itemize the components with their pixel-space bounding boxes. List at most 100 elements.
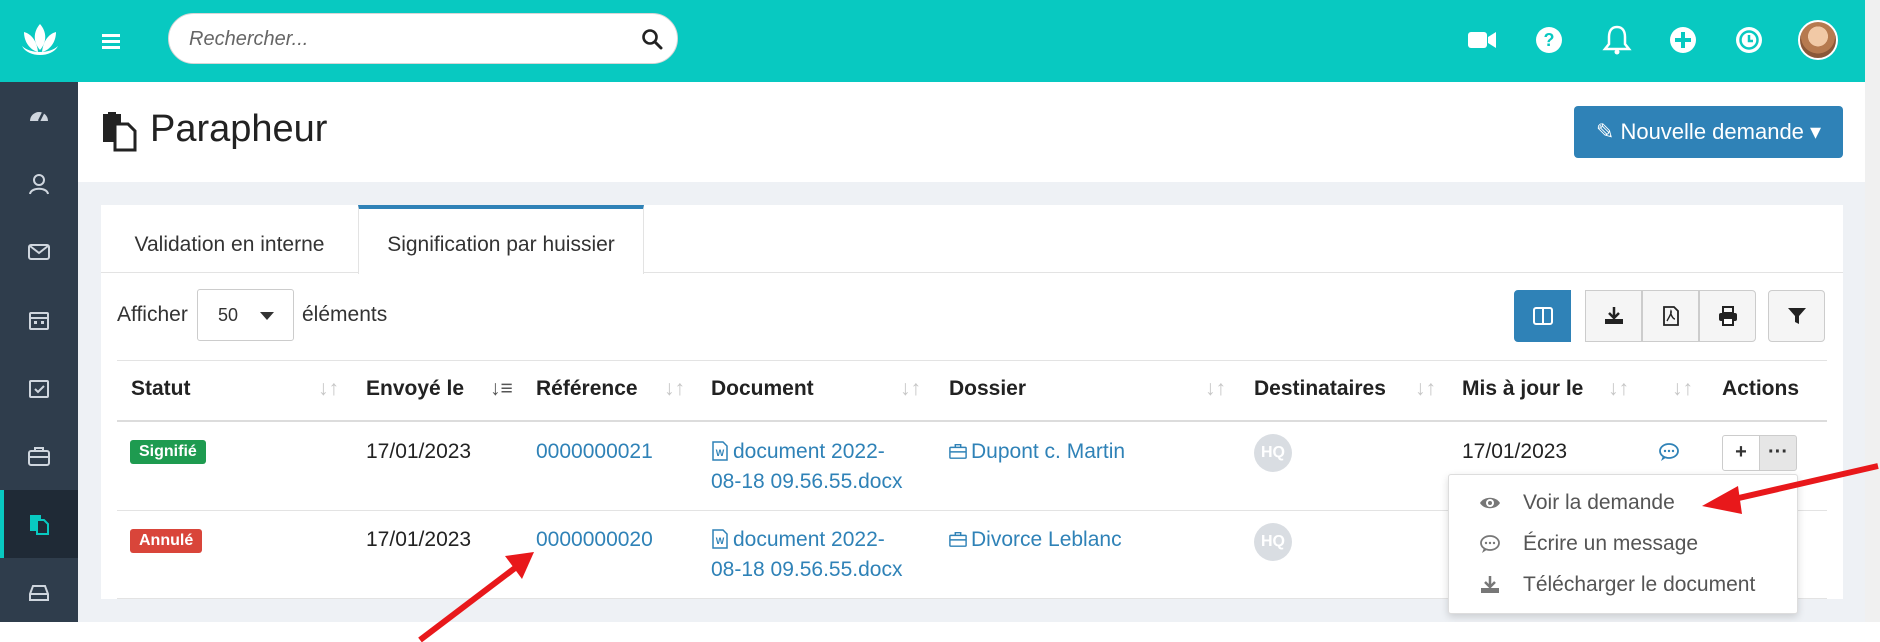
vertical-scrollbar[interactable] — [1865, 0, 1880, 622]
sort-icon[interactable]: ↓↑ — [900, 377, 921, 401]
actions-dropdown: Voir la demande Écrire un message Téléch… — [1448, 474, 1798, 614]
sidebar-item-tasks[interactable] — [0, 354, 78, 422]
help-icon[interactable]: ? — [1533, 24, 1565, 56]
column-header-dossier[interactable]: Dossier — [949, 377, 1026, 401]
sort-icon[interactable]: ↓↑ — [664, 377, 685, 401]
search-box — [168, 13, 678, 65]
briefcase-icon — [949, 443, 967, 459]
dossier-link[interactable]: Divorce Leblanc — [949, 525, 1122, 555]
new-request-button[interactable]: ✎ Nouvelle demande ▾ — [1574, 106, 1843, 158]
message-icon — [1480, 535, 1500, 553]
status-badge: Annulé — [130, 529, 203, 553]
tasks-icon — [29, 380, 49, 398]
contacts-icon — [29, 174, 49, 195]
column-header-document[interactable]: Document — [711, 377, 814, 401]
status-badge: Signifié — [130, 440, 206, 464]
briefcase-icon — [949, 531, 967, 547]
sent-date: 17/01/2023 — [366, 528, 472, 551]
column-header-destinataires[interactable]: Destinataires — [1254, 377, 1386, 401]
document-name-line2: 08-18 09.56.55.docx — [711, 558, 903, 581]
menu-item-view-request[interactable]: Voir la demande — [1449, 483, 1797, 523]
page-title: Parapheur — [150, 108, 328, 150]
sidebar-item-mail[interactable] — [0, 218, 78, 286]
sort-icon[interactable]: ↓↑ — [1608, 377, 1629, 401]
tab-signification-huissier[interactable]: Signification par huissier — [358, 205, 644, 274]
logo-icon[interactable] — [18, 22, 62, 60]
column-header-statut[interactable]: Statut — [131, 377, 191, 401]
archive-icon — [29, 585, 49, 601]
video-icon[interactable] — [1466, 24, 1498, 56]
sidebar-item-dashboard[interactable] — [0, 82, 78, 150]
briefcase-icon — [28, 447, 50, 466]
filter-icon — [1788, 308, 1806, 324]
caret-down-icon — [260, 312, 274, 320]
sidebar-item-contacts[interactable] — [0, 150, 78, 218]
dossier-name: Dupont c. Martin — [971, 440, 1126, 463]
page-bottom — [0, 622, 1880, 642]
svg-text:?: ? — [1544, 30, 1555, 50]
sidebar-item-archive[interactable] — [0, 558, 78, 626]
dashboard-icon — [30, 112, 48, 122]
columns-icon — [1533, 307, 1553, 325]
search-input[interactable] — [187, 14, 631, 65]
menu-item-label: Écrire un message — [1523, 532, 1699, 555]
plus-circle-icon[interactable] — [1667, 24, 1699, 56]
avatar[interactable] — [1798, 20, 1838, 60]
sidebar-item-parapheur[interactable] — [0, 490, 78, 558]
add-action-button[interactable]: + — [1722, 435, 1760, 471]
sort-icon[interactable]: ↓↑ — [318, 377, 339, 401]
tab-validation-interne[interactable]: Validation en interne — [101, 205, 358, 273]
show-suffix: éléments — [302, 303, 388, 326]
more-actions-button[interactable]: ··· — [1759, 435, 1797, 471]
menu-item-download-document[interactable]: Télécharger le document — [1449, 565, 1797, 605]
menu-item-label: Voir la demande — [1523, 491, 1675, 514]
reference-link[interactable]: 0000000021 — [536, 437, 653, 467]
table-header-border — [117, 420, 1827, 422]
column-header-reference[interactable]: Référence — [536, 377, 638, 401]
recipient-avatar[interactable]: HQ — [1254, 523, 1292, 561]
edit-icon: ✎ — [1595, 119, 1615, 144]
page-length-select[interactable]: 50 — [197, 289, 294, 341]
menu-item-write-message[interactable]: Écrire un message — [1449, 524, 1797, 564]
pdf-icon — [1663, 306, 1679, 326]
document-name-line2: 08-18 09.56.55.docx — [711, 470, 903, 493]
column-header-mis-a-jour[interactable]: Mis à jour le — [1462, 377, 1583, 401]
message-icon[interactable] — [1658, 442, 1680, 462]
eye-icon — [1480, 497, 1500, 509]
column-header-actions: Actions — [1722, 377, 1800, 400]
sort-icon[interactable]: ↓↑ — [1205, 377, 1226, 401]
download-icon — [1605, 307, 1623, 324]
print-icon — [1719, 306, 1737, 326]
svg-text:W: W — [716, 448, 725, 458]
columns-button[interactable] — [1514, 290, 1571, 342]
page-length-value: 50 — [218, 305, 239, 325]
print-button[interactable] — [1699, 290, 1756, 342]
pdf-button[interactable] — [1642, 290, 1699, 342]
new-request-label: Nouvelle demande — [1620, 119, 1804, 144]
dossier-link[interactable]: Dupont c. Martin — [949, 437, 1125, 467]
search-icon[interactable] — [641, 28, 663, 50]
download-button[interactable] — [1585, 290, 1642, 342]
reference-link[interactable]: 0000000020 — [536, 525, 653, 555]
sidebar-item-briefcase[interactable] — [0, 422, 78, 490]
sent-date: 17/01/2023 — [366, 440, 472, 463]
menu-icon[interactable] — [100, 30, 122, 52]
document-name-line1: document 2022- — [733, 440, 885, 463]
recipient-avatar[interactable]: HQ — [1254, 434, 1292, 472]
clock-icon[interactable] — [1733, 24, 1765, 56]
parapheur-icon — [30, 515, 49, 535]
show-prefix: Afficher — [117, 303, 188, 326]
sort-icon[interactable]: ↓↑ — [1415, 377, 1436, 401]
sidebar-item-calendar[interactable] — [0, 286, 78, 354]
column-header-envoye-le[interactable]: Envoyé le — [366, 377, 464, 401]
sidebar — [0, 82, 78, 622]
filter-button[interactable] — [1768, 290, 1825, 342]
bell-icon[interactable] — [1601, 24, 1633, 56]
sort-icon[interactable]: ↓↑ — [1672, 377, 1693, 401]
dossier-name: Divorce Leblanc — [971, 528, 1122, 551]
word-file-icon: W — [712, 441, 728, 461]
parapheur-icon — [103, 112, 137, 152]
sort-desc-icon[interactable]: ↓≡ — [490, 377, 513, 401]
document-link[interactable]: Wdocument 2022- 08-18 09.56.55.docx — [711, 437, 902, 497]
document-link[interactable]: Wdocument 2022- 08-18 09.56.55.docx — [711, 525, 902, 585]
